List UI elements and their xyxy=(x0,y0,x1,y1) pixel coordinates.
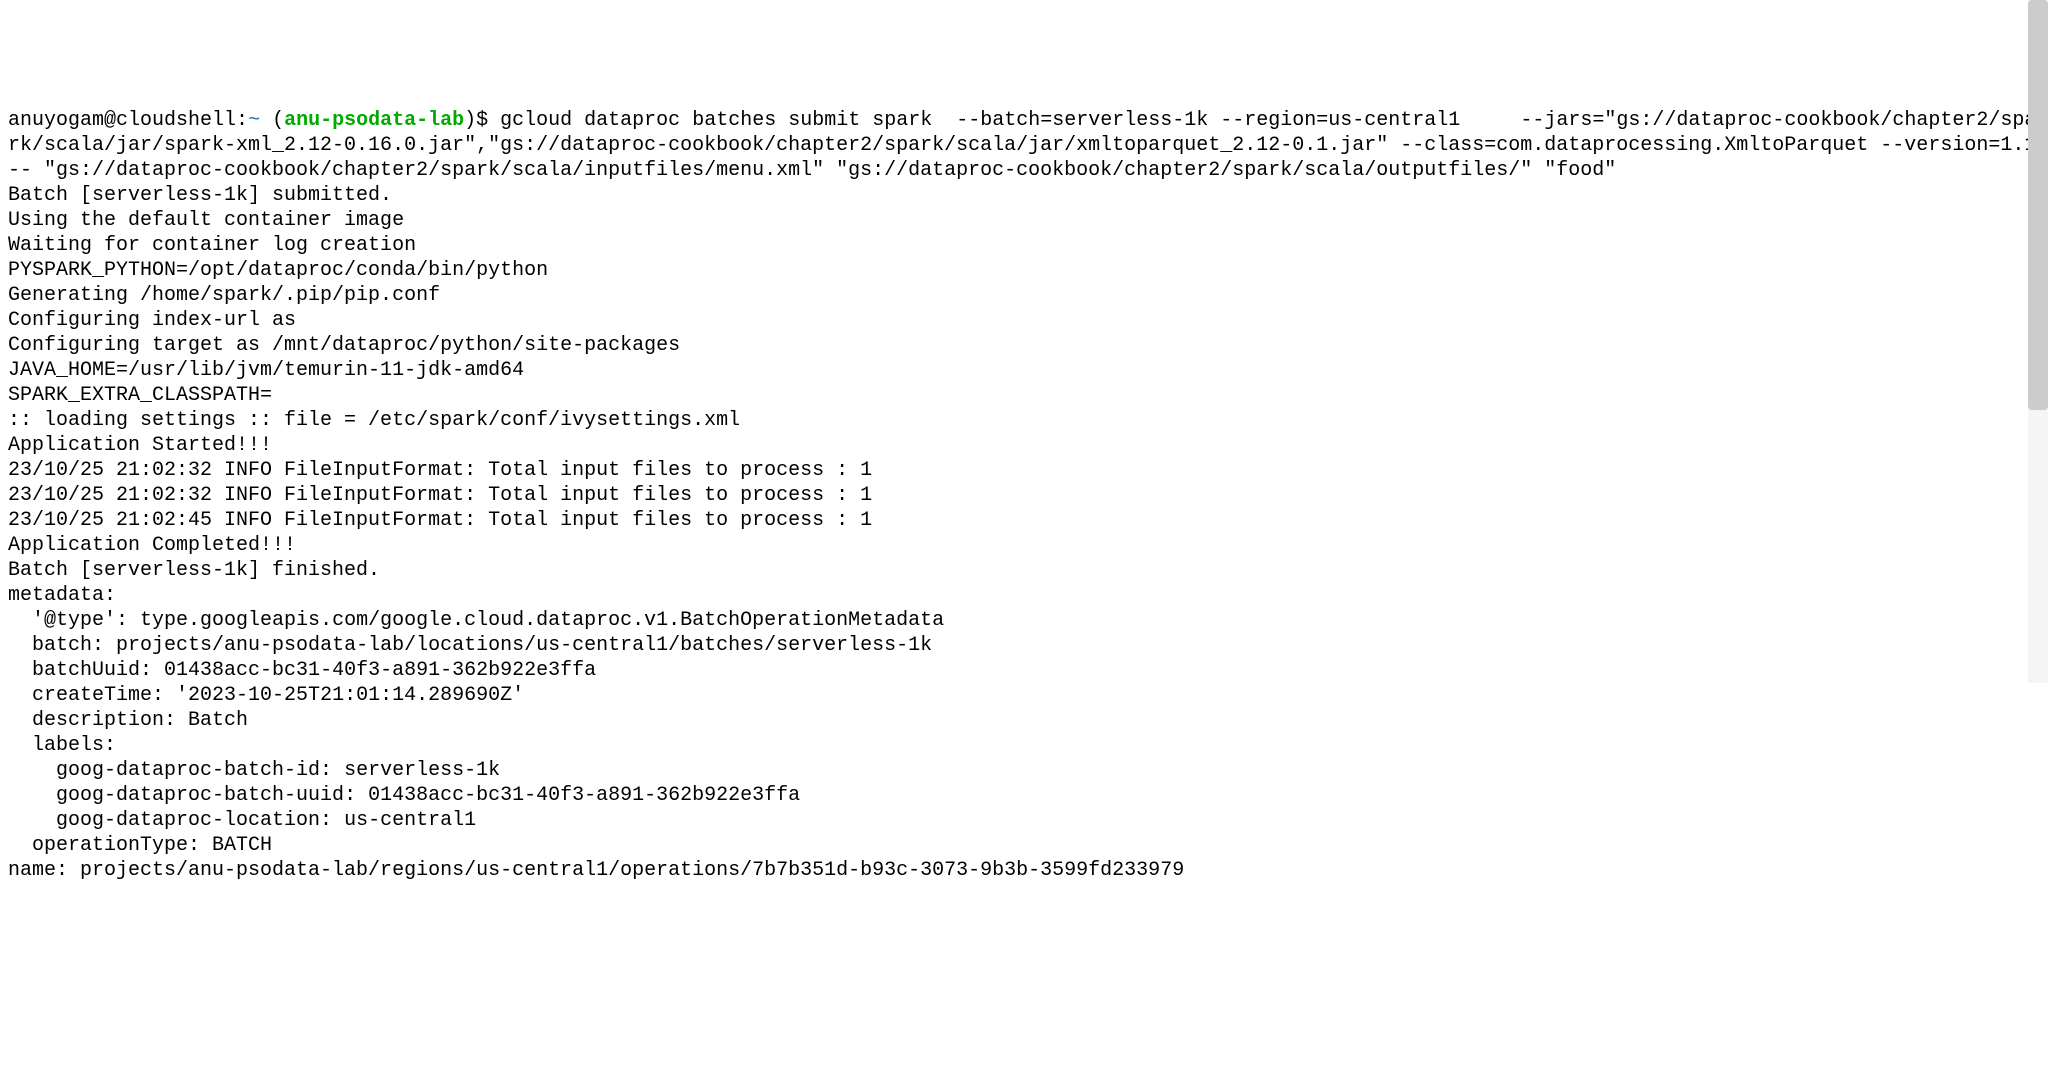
prompt-paren-close: ) xyxy=(464,109,476,132)
output-line: goog-dataproc-batch-id: serverless-1k xyxy=(8,759,500,782)
output-line: metadata: xyxy=(8,584,116,607)
output-line: :: loading settings :: file = /etc/spark… xyxy=(8,409,740,432)
output-line: Application Completed!!! xyxy=(8,534,296,557)
prompt-sep: : xyxy=(236,109,248,132)
output-line: 23/10/25 21:02:32 INFO FileInputFormat: … xyxy=(8,459,872,482)
output-line: operationType: BATCH xyxy=(8,834,272,857)
prompt-paren-open: ( xyxy=(260,109,284,132)
output-line: description: Batch xyxy=(8,709,248,732)
output-line: SPARK_EXTRA_CLASSPATH= xyxy=(8,384,272,407)
output-line: Application Started!!! xyxy=(8,434,272,457)
output-line: Using the default container image xyxy=(8,209,404,232)
output-line: 23/10/25 21:02:45 INFO FileInputFormat: … xyxy=(8,509,872,532)
output-line: batchUuid: 01438acc-bc31-40f3-a891-362b9… xyxy=(8,659,596,682)
output-line: PYSPARK_PYTHON=/opt/dataproc/conda/bin/p… xyxy=(8,259,548,282)
output-line: batch: projects/anu-psodata-lab/location… xyxy=(8,634,932,657)
output-line: createTime: '2023-10-25T21:01:14.289690Z… xyxy=(8,684,524,707)
output-line: 23/10/25 21:02:32 INFO FileInputFormat: … xyxy=(8,484,872,507)
output-line: labels: xyxy=(8,734,116,757)
output-line: Batch [serverless-1k] finished. xyxy=(8,559,380,582)
output-line: Configuring target as /mnt/dataproc/pyth… xyxy=(8,334,680,357)
output-line: '@type': type.googleapis.com/google.clou… xyxy=(8,609,944,632)
prompt-project: anu-psodata-lab xyxy=(284,109,464,132)
output-line: goog-dataproc-batch-uuid: 01438acc-bc31-… xyxy=(8,784,800,807)
output-line: JAVA_HOME=/usr/lib/jvm/temurin-11-jdk-am… xyxy=(8,359,524,382)
scrollbar[interactable] xyxy=(2028,0,2048,683)
scrollbar-thumb[interactable] xyxy=(2028,0,2048,410)
output-line: goog-dataproc-location: us-central1 xyxy=(8,809,476,832)
terminal[interactable]: anuyogam@cloudshell:~ (anu-psodata-lab)$… xyxy=(8,108,2040,883)
prompt-tilde: ~ xyxy=(248,109,260,132)
prompt-dollar: $ xyxy=(476,109,500,132)
prompt-user: anuyogam@cloudshell xyxy=(8,109,236,132)
output-line: Waiting for container log creation xyxy=(8,234,416,257)
output-line: Configuring index-url as xyxy=(8,309,296,332)
output-line: Generating /home/spark/.pip/pip.conf xyxy=(8,284,440,307)
output-line: name: projects/anu-psodata-lab/regions/u… xyxy=(8,859,1184,882)
output-line: Batch [serverless-1k] submitted. xyxy=(8,184,392,207)
